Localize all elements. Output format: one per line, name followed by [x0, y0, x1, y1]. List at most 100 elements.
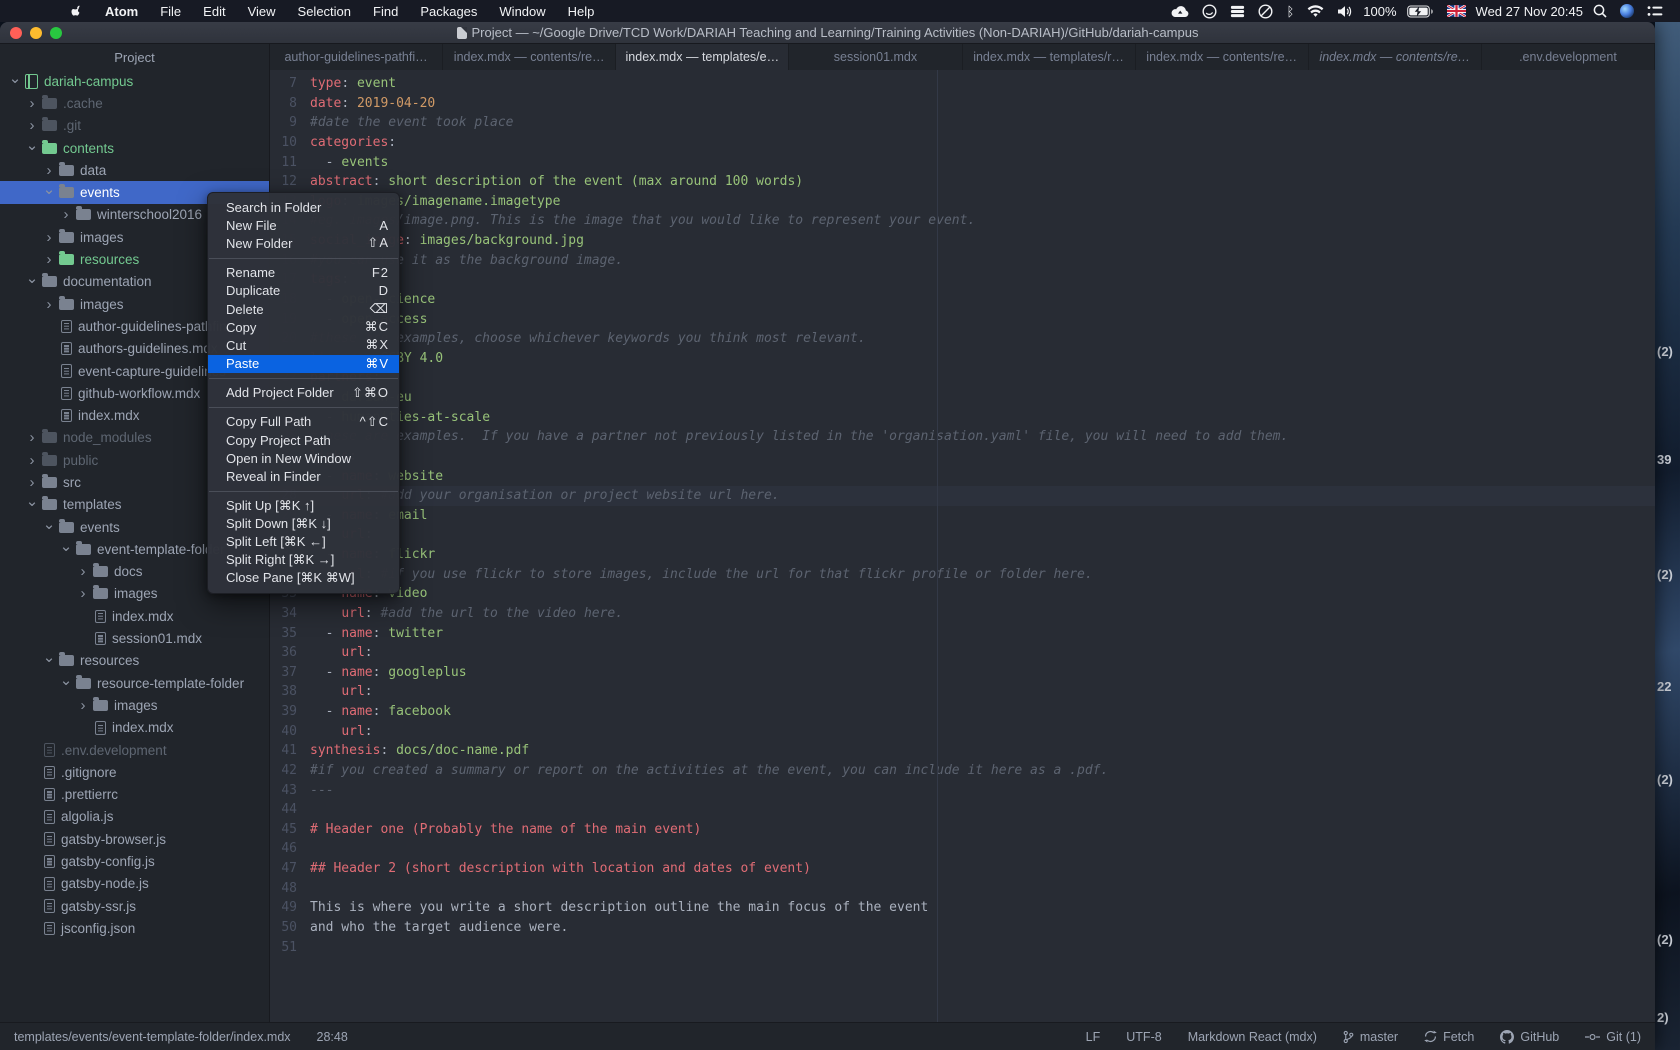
code-line[interactable]: 41synthesis: docs/doc-name.pdf	[270, 741, 1655, 761]
code-line[interactable]: 21licence: CCBY 4.0	[270, 349, 1655, 369]
layers-stack-icon[interactable]	[1227, 0, 1248, 22]
statusbar-line-ending[interactable]: LF	[1086, 1030, 1101, 1044]
context-menu-item-split-up-k[interactable]: Split Up [⌘K ↑]	[208, 497, 399, 515]
chevron-right-icon[interactable]: ›	[42, 252, 56, 267]
code-line[interactable]: 45# Header one (Probably the name of the…	[270, 820, 1655, 840]
menubar-item-edit[interactable]: Edit	[193, 0, 235, 22]
tree-item-gatsby-ssr.js[interactable]: gatsby-ssr.js	[0, 895, 269, 917]
tab-4[interactable]: session01.mdx	[789, 44, 962, 70]
code-line[interactable]: 25#these are examples. If you have a par…	[270, 427, 1655, 447]
context-menu-item-close-pane-k-w[interactable]: Close Pane [⌘K ⌘W]	[208, 569, 399, 587]
context-menu-item-split-left-k[interactable]: Split Left [⌘K ←]	[208, 533, 399, 551]
tree-item-gatsby-config.js[interactable]: gatsby-config.js	[0, 850, 269, 872]
chevron-right-icon[interactable]: ›	[42, 297, 56, 312]
chevron-right-icon[interactable]: ›	[25, 96, 39, 111]
chevron-right-icon[interactable]: ›	[42, 163, 56, 178]
statusbar-github-button[interactable]: GitHub	[1500, 1030, 1559, 1044]
statusbar-grammar[interactable]: Markdown React (mdx)	[1188, 1030, 1317, 1044]
creative-cloud-icon[interactable]	[1199, 0, 1220, 22]
tree-item-.env.development[interactable]: .env.development	[0, 739, 269, 761]
code-line[interactable]: 14#eg. images/image.png. This is the ima…	[270, 211, 1655, 231]
keyboard-layout-uk-flag-icon[interactable]	[1444, 0, 1469, 22]
code-line[interactable]: 7type: event	[270, 74, 1655, 94]
context-menu-item-copy-full-path[interactable]: Copy Full Path^⇧C	[208, 413, 399, 431]
tree-item-session01.mdx[interactable]: session01.mdx	[0, 627, 269, 649]
notification-center-icon[interactable]	[1644, 0, 1666, 22]
chevron-down-icon[interactable]: ⌄	[25, 138, 39, 153]
context-menu-item-paste[interactable]: Paste⌘V	[208, 355, 399, 373]
context-menu-item-rename[interactable]: RenameF2	[208, 264, 399, 282]
context-menu-item-cut[interactable]: Cut⌘X	[208, 336, 399, 354]
tree-item-gatsby-node.js[interactable]: gatsby-node.js	[0, 873, 269, 895]
code-line[interactable]: 36 url:	[270, 643, 1655, 663]
code-line[interactable]: 38 url:	[270, 682, 1655, 702]
chevron-right-icon[interactable]: ›	[76, 564, 90, 579]
chevron-down-icon[interactable]: ⌄	[8, 71, 22, 86]
tree-item-.git[interactable]: ›.git	[0, 115, 269, 137]
menubar-item-find[interactable]: Find	[363, 0, 408, 22]
code-line[interactable]: 9#date the event took place	[270, 113, 1655, 133]
menubar-item-help[interactable]: Help	[558, 0, 605, 22]
spotlight-search-icon[interactable]	[1590, 0, 1610, 22]
code-line[interactable]: 50and who the target audience were.	[270, 918, 1655, 938]
code-line[interactable]: 11 - events	[270, 153, 1655, 173]
tree-item-index.mdx[interactable]: index.mdx	[0, 717, 269, 739]
tree-item-index.mdx[interactable]: index.mdx	[0, 605, 269, 627]
chevron-down-icon[interactable]: ⌄	[25, 494, 39, 509]
code-line[interactable]: 26links:	[270, 447, 1655, 467]
context-menu-item-reveal-in-finder[interactable]: Reveal in Finder	[208, 467, 399, 485]
chevron-right-icon[interactable]: ›	[76, 586, 90, 601]
chevron-right-icon[interactable]: ›	[25, 475, 39, 490]
context-menu-item-duplicate[interactable]: DuplicateD	[208, 282, 399, 300]
tree-item-resources[interactable]: ⌄resources	[0, 650, 269, 672]
statusbar-git-button[interactable]: Git (1)	[1585, 1030, 1641, 1044]
code-line[interactable]: 30 url:	[270, 525, 1655, 545]
code-line[interactable]: 44	[270, 800, 1655, 820]
statusbar-encoding[interactable]: UTF-8	[1126, 1030, 1161, 1044]
statusbar-git-branch[interactable]: master	[1343, 1030, 1398, 1044]
menubar-item-view[interactable]: View	[238, 0, 286, 22]
code-line[interactable]: 34 url: #add the url to the video here.	[270, 604, 1655, 624]
menubar-clock[interactable]: Wed 27 Nov 20:45	[1476, 4, 1583, 19]
tree-item-.cache[interactable]: ›.cache	[0, 92, 269, 114]
tree-item-.gitignore[interactable]: .gitignore	[0, 761, 269, 783]
text-editor[interactable]: 7type: event8date: 2019-04-209#date the …	[270, 70, 1655, 1022]
code-line[interactable]: 12abstract: short description of the eve…	[270, 172, 1655, 192]
statusbar-file-path[interactable]: templates/events/event-template-folder/i…	[14, 1030, 291, 1044]
code-line[interactable]: 18 - open-science	[270, 290, 1655, 310]
menubar-item-window[interactable]: Window	[489, 0, 555, 22]
code-line[interactable]: 29 - name: email	[270, 506, 1655, 526]
context-menu-item-add-project-folder[interactable]: Add Project Folder⇧⌘O	[208, 384, 399, 402]
code-line[interactable]: 13logo: images/imagename.imagetype	[270, 192, 1655, 212]
tree-item-contents[interactable]: ⌄contents	[0, 137, 269, 159]
tab-7[interactable]: index.mdx — contents/re…	[1309, 44, 1482, 70]
code-line[interactable]: 48	[270, 879, 1655, 899]
code-line[interactable]: 15social_image: images/background.jpg	[270, 231, 1655, 251]
code-line[interactable]: 8date: 2019-04-20	[270, 94, 1655, 114]
menubar-item-atom[interactable]: Atom	[95, 0, 148, 22]
chevron-down-icon[interactable]: ⌄	[42, 517, 56, 532]
code-line[interactable]: 37 - name: googleplus	[270, 663, 1655, 683]
code-line[interactable]: 43---	[270, 781, 1655, 801]
code-line[interactable]: 32 url: #if you use flickr to store imag…	[270, 565, 1655, 585]
context-menu-item-new-file[interactable]: New FileA	[208, 216, 399, 234]
statusbar-fetch-button[interactable]: Fetch	[1424, 1030, 1474, 1044]
code-line[interactable]: 24 - humanities-at-scale	[270, 408, 1655, 428]
code-line[interactable]: 19 - open-access	[270, 310, 1655, 330]
code-line[interactable]: 22partners:	[270, 368, 1655, 388]
statusbar-cursor-position[interactable]: 28:48	[317, 1030, 348, 1044]
tab-6[interactable]: index.mdx — contents/re…	[1136, 44, 1309, 70]
window-titlebar[interactable]: Project — ~/Google Drive/TCD Work/DARIAH…	[0, 22, 1655, 44]
tree-item-gatsby-browser.js[interactable]: gatsby-browser.js	[0, 828, 269, 850]
code-line[interactable]: 42#if you created a summary or report on…	[270, 761, 1655, 781]
context-menu-item-split-down-k[interactable]: Split Down [⌘K ↓]	[208, 515, 399, 533]
bluetooth-icon[interactable]: ᛒ	[1283, 0, 1297, 22]
tab-5[interactable]: index.mdx — templates/r…	[963, 44, 1136, 70]
chevron-down-icon[interactable]: ⌄	[25, 271, 39, 286]
code-line[interactable]: 40 url:	[270, 722, 1655, 742]
wifi-icon[interactable]	[1304, 0, 1327, 22]
code-line[interactable]: 16#you can use it as the background imag…	[270, 251, 1655, 271]
code-line[interactable]: 20#these are examples, choose whichever …	[270, 329, 1655, 349]
chevron-right-icon[interactable]: ›	[42, 230, 56, 245]
code-line[interactable]: 39 - name: facebook	[270, 702, 1655, 722]
